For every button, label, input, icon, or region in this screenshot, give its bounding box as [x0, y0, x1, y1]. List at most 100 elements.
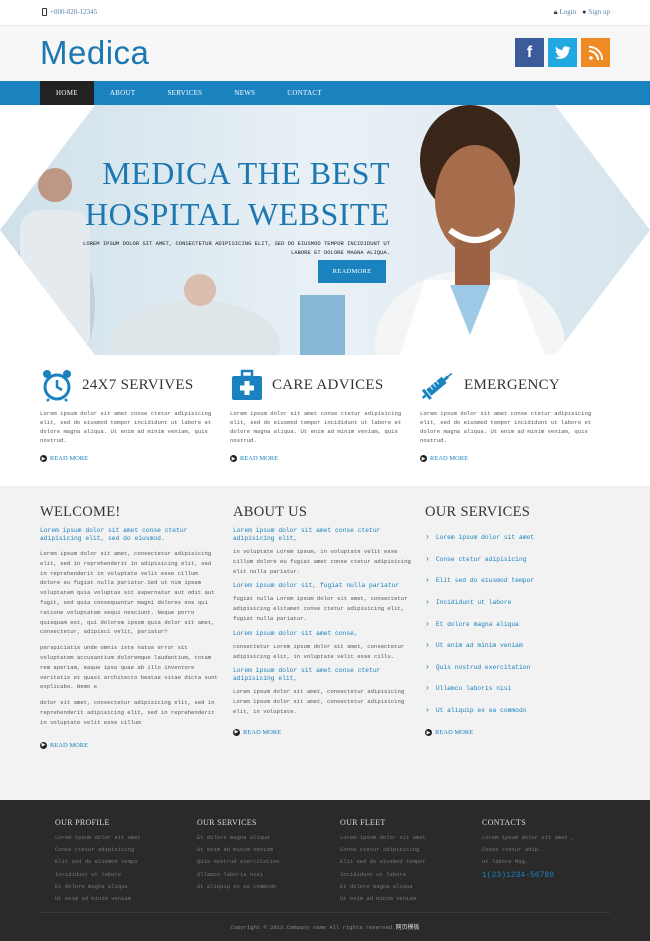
footer-link[interactable]: Et dolore magna aliqua: [55, 881, 185, 893]
arrow-right-icon: ▶: [230, 455, 237, 462]
footer-contacts: CONTACTS Lorem ipsum dolor sit amet , Co…: [482, 818, 612, 880]
service-item[interactable]: › Ut aliquip ex ea commodo: [425, 700, 605, 722]
about-text: fugiat nulla Lorem ipsum dolor sit amet,…: [233, 595, 408, 622]
welcome-title: WELCOME!: [40, 504, 121, 520]
about-heading: Lorem ipsum dolor sit, fugiat nulla pari…: [233, 582, 400, 590]
contact-line: Lorem ipsum dolor sit amet ,: [482, 834, 575, 841]
footer-link[interactable]: Ullamco laboris nisi: [197, 869, 327, 881]
service-item[interactable]: › Quis nostrud exercitation: [425, 657, 605, 679]
footer-link[interactable]: Ut aliquip ex ea commodo: [197, 881, 327, 893]
arrow-right-icon: ▶: [420, 455, 427, 462]
copyright-brand-link[interactable]: 网页模板: [396, 924, 420, 931]
footer-link[interactable]: Elit sed do eiusmod tempo: [55, 856, 185, 868]
chevron-right-icon: ›: [425, 554, 430, 564]
twitter-icon[interactable]: [548, 38, 577, 67]
footer-link[interactable]: Incididunt ut labore: [55, 869, 185, 881]
chevron-right-icon: ›: [425, 619, 430, 629]
social-links: f: [515, 38, 610, 67]
about-column: ABOUT US Lorem ipsum dolor sit amet cons…: [233, 504, 413, 736]
chevron-right-icon: ›: [425, 684, 430, 694]
hero-banner: MEDICA THE BEST HOSPITAL WEBSITE LOREM I…: [0, 105, 650, 355]
nav-services[interactable]: SERVICES: [151, 81, 218, 105]
top-bar: +800-020-12345 🔒︎ Login ● Sign up: [0, 0, 650, 26]
about-heading: Lorem ipsum dolor sit amet conse ctetur …: [233, 667, 381, 683]
chevron-right-icon: ›: [425, 662, 430, 672]
contact-phone[interactable]: 1(23)1234-56789: [482, 871, 612, 880]
service-item[interactable]: › Ullamco laboris nisi: [425, 678, 605, 700]
footer-link[interactable]: Quis nostrud exercitation: [197, 856, 327, 868]
feature-readmore-link[interactable]: ▶ READ MORE: [230, 455, 405, 462]
site-logo[interactable]: Medica: [40, 34, 149, 72]
phone-number: +800-020-12345: [50, 8, 98, 16]
phone-icon: [42, 8, 47, 16]
footer-profile: OUR PROFILE Lorem ipsum dolor sit amet C…: [55, 818, 185, 905]
hero-readmore-button[interactable]: READMORE: [318, 260, 386, 283]
chevron-right-icon: ›: [425, 533, 430, 543]
contact-line: Conse ctetur adip..: [482, 846, 545, 854]
feature-text: Lorem ipsum dolor sit amet conse ctetur …: [40, 410, 212, 444]
arrow-right-icon: ▶: [40, 455, 47, 462]
footer-column-title: CONTACTS: [482, 818, 526, 827]
service-item[interactable]: › Et dolore magna aliqua: [425, 613, 605, 635]
footer-link[interactable]: Ut enim ad minim veniam: [197, 844, 327, 856]
hero-title-line2: HOSPITAL WEBSITE: [85, 196, 390, 232]
services-readmore-link[interactable]: ▶ READ MORE: [425, 729, 605, 737]
alarm-clock-icon: [43, 370, 71, 402]
about-text: consectetur Lorem ipsum dolor sit amet, …: [233, 642, 405, 660]
feature-title: EMERGENCY: [464, 376, 561, 393]
header: Medica f: [0, 26, 650, 81]
welcome-heading: Lorem ipsum dolor sit amet conse ctetur …: [40, 527, 188, 542]
main-nav: HOME ABOUT SERVICES NEWS CONTACT: [0, 81, 650, 105]
service-item[interactable]: › Lorem ipsum dolor sit amet: [425, 527, 605, 549]
nav-about[interactable]: ABOUT: [94, 81, 152, 105]
hero-subtitle: LOREM IPSUM DOLOR SIT AMET, CONSECTETUR …: [83, 240, 390, 256]
syringe-icon: [421, 372, 453, 400]
chevron-right-icon: ›: [425, 641, 430, 651]
login-link[interactable]: 🔒︎ Login: [554, 8, 576, 17]
chevron-right-icon: ›: [425, 706, 430, 716]
footer-link[interactable]: Lorem ipsum dolor sit amet: [340, 832, 470, 844]
service-item[interactable]: › Elit sed do eiusmod tempor: [425, 570, 605, 592]
feature-text: Lorem ipsum dolor sit amet conse ctetur …: [230, 410, 402, 444]
footer: OUR PROFILE Lorem ipsum dolor sit amet C…: [0, 800, 650, 941]
user-icon: ●: [582, 8, 587, 16]
footer-link[interactable]: Et dolore magna aliqua: [197, 832, 327, 844]
services-list: › Lorem ipsum dolor sit amet › Conse ctetu…: [425, 527, 605, 721]
footer-column-title: OUR FLEET: [340, 818, 386, 827]
about-text: in voluptate Lorem ipsum, in voluptate v…: [233, 548, 411, 575]
signup-link[interactable]: ● Sign up: [582, 8, 610, 17]
feature-readmore-link[interactable]: ▶ READ MORE: [40, 455, 215, 462]
content-section: WELCOME! Lorem ipsum dolor sit amet cons…: [0, 486, 650, 800]
arrow-right-icon: ▶: [40, 741, 47, 749]
feature-24x7: 24X7 SERVIVES Lorem ipsum dolor sit amet…: [40, 367, 215, 462]
about-readmore-link[interactable]: ▶ READ MORE: [233, 728, 413, 736]
footer-link[interactable]: Conse ctetur adipisicing: [55, 844, 185, 856]
footer-link[interactable]: Et dolore magna aliqua: [340, 881, 470, 893]
service-item[interactable]: › Ut enim ad minim veniam: [425, 635, 605, 657]
facebook-icon[interactable]: f: [515, 38, 544, 67]
about-heading: Lorem ipsum dolor sit amet conse ctetur …: [233, 527, 381, 542]
feature-readmore-link[interactable]: ▶ READ MORE: [420, 455, 595, 462]
services-column: OUR SERVICES › Lorem ipsum dolor sit amet…: [425, 504, 605, 737]
nav-contact[interactable]: CONTACT: [271, 81, 338, 105]
welcome-paragraph: dolor sit amet, consectetur adipisicing …: [40, 699, 215, 726]
welcome-readmore-link[interactable]: ▶ READ MORE: [40, 741, 220, 749]
footer-link[interactable]: Ut enim ad minim veniam: [340, 893, 470, 905]
footer-link[interactable]: Ut enim ad minim veniam: [55, 893, 185, 905]
footer-link[interactable]: Elit sed do eiusmod tempor: [340, 856, 470, 868]
nav-news[interactable]: NEWS: [218, 81, 271, 105]
copyright: Copyright © 2013.Company name All rights…: [230, 924, 420, 931]
footer-services: OUR SERVICES Et dolore magna aliqua Ut e…: [197, 818, 327, 893]
contact-line: ut labore Mag.: [482, 858, 529, 866]
lock-icon: 🔒︎: [553, 8, 558, 16]
service-item[interactable]: › Conse ctetur adipisicing: [425, 549, 605, 571]
footer-link[interactable]: Incididunt ut labore: [340, 869, 470, 881]
services-title: OUR SERVICES: [425, 504, 531, 520]
rss-icon[interactable]: [581, 38, 610, 67]
nav-home[interactable]: HOME: [40, 81, 94, 105]
footer-link[interactable]: Lorem ipsum dolor sit amet: [55, 832, 185, 844]
service-item[interactable]: › Incididunt ut labore: [425, 592, 605, 614]
chevron-right-icon: ›: [425, 576, 430, 586]
footer-link[interactable]: Conse ctetur adipisicing: [340, 844, 470, 856]
first-aid-kit-icon: [232, 369, 262, 400]
